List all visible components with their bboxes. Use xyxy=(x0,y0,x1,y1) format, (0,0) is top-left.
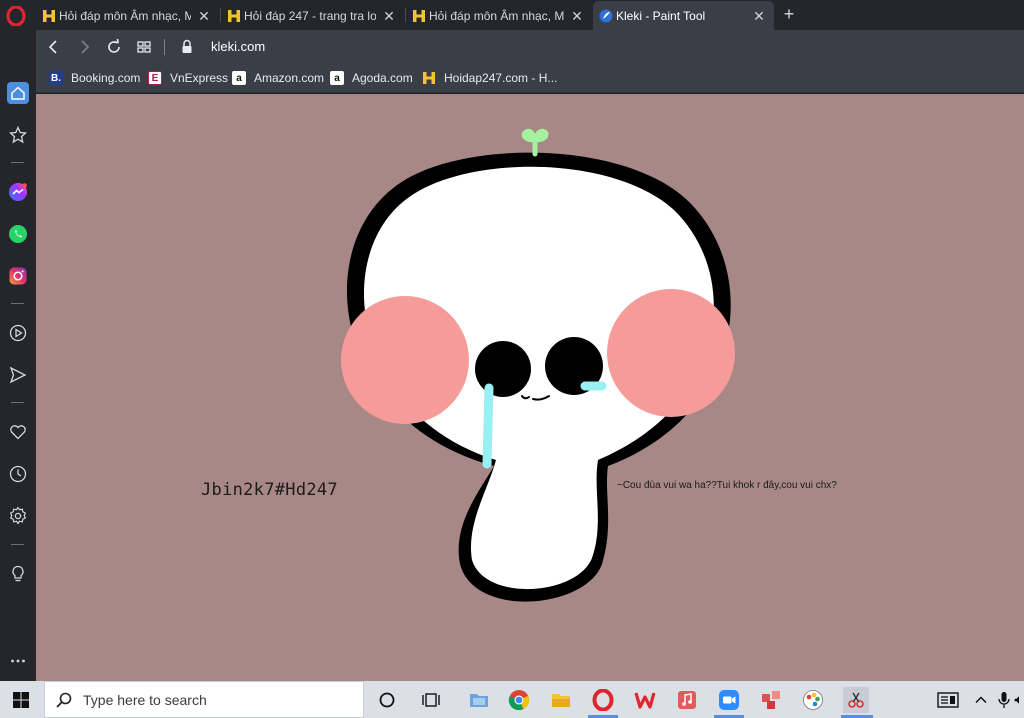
hoidap247-icon xyxy=(422,71,436,85)
opera-icon[interactable] xyxy=(590,687,616,713)
amazon-icon: a xyxy=(232,71,246,85)
zoom-icon[interactable] xyxy=(716,687,742,713)
start-button[interactable] xyxy=(0,681,42,718)
opera-sidebar xyxy=(0,30,36,681)
history-icon[interactable] xyxy=(7,463,29,485)
windows-taskbar: Type here to search xyxy=(0,681,1024,718)
address-separator xyxy=(164,39,165,55)
star-icon[interactable] xyxy=(7,124,29,146)
hoidap247-icon xyxy=(42,9,56,23)
bookmark-amazon[interactable]: a Amazon.com xyxy=(232,70,324,86)
tab-grid-icon[interactable] xyxy=(134,37,154,57)
sidebar-divider xyxy=(11,402,24,403)
tab-title: Hỏi đáp 247 - trang tra loi xyxy=(244,8,376,23)
app-grid-icon[interactable] xyxy=(758,687,784,713)
drawing xyxy=(341,128,735,602)
bookmark-label: VnExpress xyxy=(170,71,229,85)
signature-text: Jbin2k7#Hd247 xyxy=(201,480,338,500)
music-icon[interactable] xyxy=(674,687,700,713)
left-tear xyxy=(482,383,494,469)
bookmark-hoidap247[interactable]: Hoidap247.com - H... xyxy=(422,70,557,86)
close-icon[interactable]: ✕ xyxy=(197,9,211,23)
lightbulb-icon[interactable] xyxy=(7,563,29,585)
opera-logo-icon[interactable] xyxy=(6,6,26,26)
speaker-icon[interactable] xyxy=(1014,690,1024,710)
close-icon[interactable]: ✕ xyxy=(570,9,584,23)
booking-icon: B. xyxy=(49,71,63,85)
vnexpress-icon: E xyxy=(148,71,162,85)
bookmark-label: Agoda.com xyxy=(352,71,413,85)
heart-icon[interactable] xyxy=(7,421,29,443)
tab-title: Hỏi đáp môn Âm nhạc, Mỹ xyxy=(429,8,564,23)
kleki-canvas[interactable]: Jbin2k7#Hd247 ~Cou đùa vui wa ha??Tui kh… xyxy=(36,94,1024,681)
forward-icon[interactable] xyxy=(74,37,94,57)
sidebar-divider xyxy=(11,544,24,545)
search-placeholder: Type here to search xyxy=(83,691,207,708)
new-tab-button[interactable]: + xyxy=(780,5,798,23)
tab-title: Hỏi đáp môn Âm nhạc, Mỹ xyxy=(59,8,191,23)
messenger-icon[interactable] xyxy=(7,181,29,203)
bookmark-label: Booking.com xyxy=(71,71,141,85)
back-icon[interactable] xyxy=(44,37,64,57)
search-icon xyxy=(56,692,72,708)
wps-icon[interactable] xyxy=(632,687,658,713)
sidebar-divider xyxy=(11,162,24,163)
url-field[interactable]: kleki.com xyxy=(211,39,265,54)
address-bar: kleki.com xyxy=(36,30,1024,63)
settings-icon[interactable] xyxy=(7,505,29,527)
widgets-icon[interactable] xyxy=(418,687,444,713)
windows-icon xyxy=(13,691,29,708)
tab-strip: Hỏi đáp môn Âm nhạc, Mỹ ✕ Hỏi đáp 247 - … xyxy=(0,0,1024,30)
lock-icon[interactable] xyxy=(181,39,193,54)
tab-kleki[interactable]: Kleki - Paint Tool ✕ xyxy=(593,1,774,30)
paint-icon[interactable] xyxy=(800,687,826,713)
bookmark-vnexpress[interactable]: E VnExpress xyxy=(148,70,228,86)
left-eye xyxy=(475,341,531,397)
left-cheek-blush xyxy=(341,296,469,424)
chrome-icon[interactable] xyxy=(506,687,532,713)
player-icon[interactable] xyxy=(7,322,29,344)
sprout-leaves xyxy=(521,128,549,143)
close-icon[interactable]: ✕ xyxy=(752,9,766,23)
bookmarks-bar: B. Booking.com E VnExpress a Amazon.com … xyxy=(36,63,1024,93)
close-icon[interactable]: ✕ xyxy=(382,9,396,23)
home-icon[interactable] xyxy=(7,82,29,104)
tab-hoidap-music-2[interactable]: Hỏi đáp môn Âm nhạc, Mỹ ✕ xyxy=(406,1,592,30)
snipping-icon[interactable] xyxy=(843,687,869,713)
bookmark-label: Amazon.com xyxy=(254,71,325,85)
file-explorer-icon[interactable] xyxy=(548,687,574,713)
mic-icon[interactable] xyxy=(994,690,1014,710)
speech-text: ~Cou đùa vui wa ha??Tui khok r đây,cou v… xyxy=(617,480,837,491)
chevron-up-icon[interactable] xyxy=(971,690,991,710)
send-icon[interactable] xyxy=(7,364,29,386)
folder-icon[interactable] xyxy=(466,687,492,713)
hoidap247-icon xyxy=(412,9,426,23)
news-icon[interactable] xyxy=(936,690,960,710)
whatsapp-icon[interactable] xyxy=(7,223,29,245)
bookmark-label: Hoidap247.com - H... xyxy=(444,71,558,85)
hoidap247-icon xyxy=(227,9,241,23)
kleki-icon xyxy=(599,9,613,23)
agoda-icon: a xyxy=(330,71,344,85)
tab-title: Kleki - Paint Tool xyxy=(616,8,706,23)
taskbar-search[interactable]: Type here to search xyxy=(44,681,364,718)
reload-icon[interactable] xyxy=(104,37,124,57)
instagram-icon[interactable] xyxy=(7,265,29,287)
sidebar-divider xyxy=(11,303,24,304)
task-view-icon[interactable] xyxy=(374,687,400,713)
tab-hoidap247[interactable]: Hỏi đáp 247 - trang tra loi ✕ xyxy=(221,1,404,30)
bookmark-agoda[interactable]: a Agoda.com xyxy=(330,70,413,86)
more-icon[interactable] xyxy=(7,650,29,672)
bookmark-booking[interactable]: B. Booking.com xyxy=(49,70,140,86)
right-cheek-blush xyxy=(607,289,735,417)
tab-hoidap-music-1[interactable]: Hỏi đáp môn Âm nhạc, Mỹ ✕ xyxy=(36,1,219,30)
